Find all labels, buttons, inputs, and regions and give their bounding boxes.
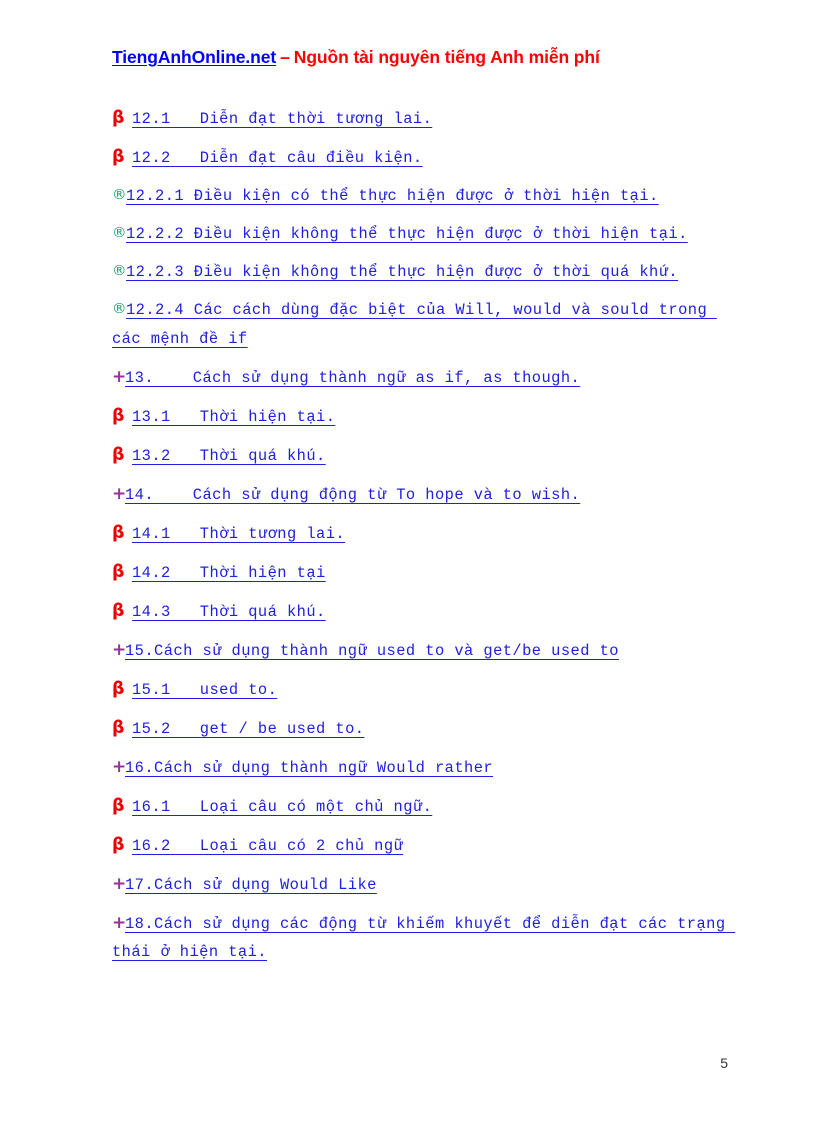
toc-item[interactable]: β 16.2 Loại câu có 2 chủ ngữ (112, 831, 732, 861)
toc-item-label[interactable]: 12.2.1 Điều kiện có thể thực hiện được ở… (126, 187, 659, 205)
toc-item[interactable]: ®12.2.4 Các cách dùng đặc biệt của Will,… (112, 296, 732, 353)
plus-bullet-icon: + (112, 639, 127, 660)
page-number: 5 (720, 1055, 728, 1071)
toc-item[interactable]: ®12.2.3 Điều kiện không thể thực hiện đư… (112, 258, 732, 287)
beta-bullet-icon: β (112, 147, 125, 167)
toc-item-label[interactable]: 12.2 Diễn đạt câu điều kiện. (132, 149, 423, 167)
toc-item[interactable]: β 13.2 Thời quá khú. (112, 441, 732, 471)
document-page: TiengAnhOnline.net – Nguồn tài nguyên tiến… (0, 0, 816, 1123)
toc-item[interactable]: β 16.1 Loại câu có một chủ ngữ. (112, 792, 732, 822)
plus-bullet-icon: + (112, 756, 127, 777)
header-dash: – (280, 47, 290, 67)
toc-item[interactable]: β 14.1 Thời tương lai. (112, 519, 732, 549)
toc-item-label[interactable]: 12.2.4 Các cách dùng đặc biệt của Will, … (112, 301, 717, 348)
toc-item[interactable]: +17.Cách sử dụng Would Like (112, 870, 732, 900)
toc-item[interactable]: +16.Cách sử dụng thành ngữ Would rather (112, 753, 732, 783)
toc-item-label[interactable]: 13. Cách sử dụng thành ngữ as if, as tho… (125, 369, 580, 387)
beta-bullet-icon: β (112, 561, 125, 582)
toc-item[interactable]: β 12.1 Diễn đạt thời tương lai. (112, 104, 732, 134)
toc-item-label[interactable]: 17.Cách sử dụng Would Like (125, 876, 377, 894)
registered-bullet-icon: ® (112, 225, 127, 241)
toc-item[interactable]: +13. Cách sử dụng thành ngữ as if, as th… (112, 363, 732, 393)
toc-item-label[interactable]: 12.1 Diễn đạt thời tương lai. (132, 110, 432, 128)
toc-item-label[interactable]: 15.2 get / be used to. (132, 720, 364, 738)
toc-item[interactable]: +14. Cách sử dụng động từ To hope và to … (112, 480, 732, 510)
toc-item-label[interactable]: 14.2 Thời hiện tại (132, 564, 326, 582)
toc-item[interactable]: β 15.2 get / be used to. (112, 714, 732, 744)
toc-item[interactable]: ®12.2.1 Điều kiện có thể thực hiện được … (112, 182, 732, 211)
toc-item[interactable]: β 13.1 Thời hiện tại. (112, 402, 732, 432)
toc-item[interactable]: +18.Cách sử dụng các động từ khiếm khuyế… (112, 909, 732, 967)
toc-item-label[interactable]: 14. Cách sử dụng động từ To hope và to w… (125, 486, 580, 504)
toc-item-label[interactable]: 13.1 Thời hiện tại. (132, 408, 335, 426)
toc-item[interactable]: β 12.2 Diễn đạt câu điều kiện. (112, 143, 732, 173)
beta-bullet-icon: β (112, 522, 125, 543)
toc-item-label[interactable]: 15.1 used to. (132, 681, 277, 699)
toc-item[interactable]: ®12.2.2 Điều kiện không thể thực hiện đư… (112, 220, 732, 249)
table-of-contents: β 12.1 Diễn đạt thời tương lai. β 12.2 Diễn… (112, 104, 732, 976)
toc-item-label[interactable]: 18.Cách sử dụng các động từ khiếm khuyết… (112, 915, 735, 962)
plus-bullet-icon: + (112, 873, 127, 894)
beta-bullet-icon: β (112, 108, 125, 128)
page-header: TiengAnhOnline.net – Nguồn tài nguyên tiến… (112, 47, 600, 68)
toc-item[interactable]: β 14.2 Thời hiện tại (112, 558, 732, 588)
toc-item-label[interactable]: 16.1 Loại câu có một chủ ngữ. (132, 798, 432, 816)
toc-item[interactable]: β 14.3 Thời quá khú. (112, 597, 732, 627)
header-tagline: Nguồn tài nguyên tiếng Anh miễn phí (293, 47, 600, 67)
toc-item-label[interactable]: 14.1 Thời tương lai. (132, 525, 345, 543)
beta-bullet-icon: β (112, 600, 125, 621)
plus-bullet-icon: + (112, 912, 127, 933)
toc-item[interactable]: +15.Cách sử dụng thành ngữ used to và ge… (112, 636, 732, 666)
beta-bullet-icon: β (112, 444, 125, 465)
toc-item-label[interactable]: 12.2.3 Điều kiện không thể thực hiện đượ… (126, 263, 678, 281)
toc-item-label[interactable]: 12.2.2 Điều kiện không thể thực hiện đượ… (126, 225, 688, 243)
plus-bullet-icon: + (112, 366, 127, 387)
beta-bullet-icon: β (112, 405, 125, 426)
beta-bullet-icon: β (112, 678, 125, 699)
toc-item[interactable]: β 15.1 used to. (112, 675, 732, 705)
registered-bullet-icon: ® (112, 187, 127, 203)
site-link[interactable]: TiengAnhOnline.net (112, 47, 276, 67)
toc-item-label[interactable]: 13.2 Thời quá khú. (132, 447, 326, 465)
registered-bullet-icon: ® (112, 301, 127, 317)
registered-bullet-icon: ® (112, 263, 127, 279)
toc-item-label[interactable]: 16.Cách sử dụng thành ngữ Would rather (125, 759, 493, 777)
beta-bullet-icon: β (112, 834, 125, 855)
beta-bullet-icon: β (112, 795, 125, 816)
toc-item-label[interactable]: 15.Cách sử dụng thành ngữ used to và get… (125, 642, 619, 660)
toc-item-label[interactable]: 16.2 Loại câu có 2 chủ ngữ (132, 837, 403, 855)
beta-bullet-icon: β (112, 717, 125, 738)
toc-item-label[interactable]: 14.3 Thời quá khú. (132, 603, 326, 621)
plus-bullet-icon: + (112, 483, 127, 504)
